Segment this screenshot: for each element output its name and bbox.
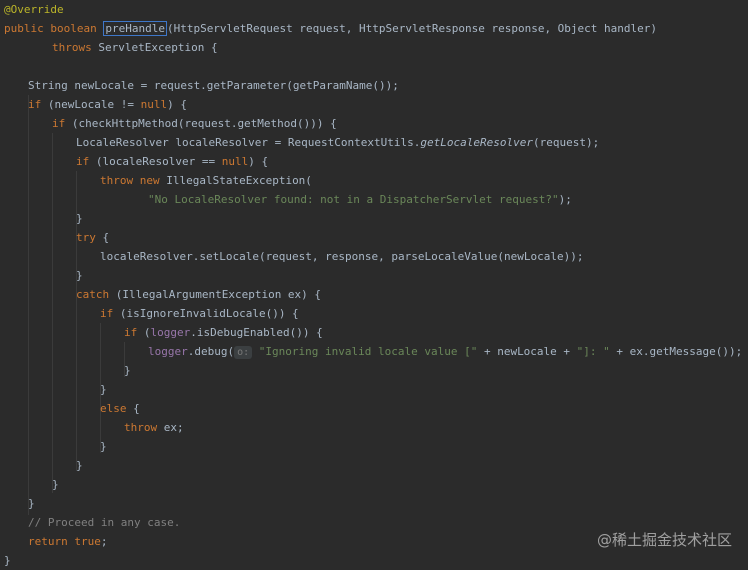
code-text: LocaleResolver localeResolver = RequestC… (76, 136, 421, 149)
keyword: if (28, 98, 48, 111)
code-text: IllegalStateException( (166, 174, 312, 187)
code-line-29[interactable]: return true; (28, 532, 107, 551)
code-line-2[interactable]: public boolean preHandle (HttpServletRequ… (4, 19, 657, 38)
keyword: if (100, 307, 120, 320)
parameter-hint: o: (234, 346, 253, 359)
code-line-20[interactable]: } (124, 361, 131, 380)
indent-guide (28, 95, 29, 515)
code-text: .debug( (187, 345, 235, 358)
keyword: if (76, 155, 96, 168)
code-text: (localeResolver == (95, 155, 222, 168)
keyword: if (124, 326, 144, 339)
code-line-3[interactable]: throws ServletException { (52, 38, 218, 57)
string-literal: "]: " (576, 345, 610, 358)
code-text: ) { (167, 98, 187, 111)
code-comment: // Proceed in any case. (28, 516, 181, 529)
code-text: ServletException { (98, 41, 218, 54)
annotation: @Override (4, 3, 64, 16)
code-line-23[interactable]: throw ex; (124, 418, 184, 437)
code-text: + newLocale + (477, 345, 577, 358)
code-line-11[interactable]: "No LocaleResolver found: not in a Dispa… (148, 190, 572, 209)
closing-brace: } (100, 383, 107, 396)
code-line-18[interactable]: if (logger.isDebugEnabled()) { (124, 323, 323, 342)
code-line-13[interactable]: try { (76, 228, 109, 247)
code-line-8[interactable]: LocaleResolver localeResolver = RequestC… (76, 133, 599, 152)
code-line-30[interactable]: } (4, 551, 11, 570)
keyword: boolean (50, 22, 104, 35)
code-line-24[interactable]: } (100, 437, 107, 456)
field-reference: logger (148, 345, 188, 358)
keyword: public (4, 22, 51, 35)
code-line-21[interactable]: } (100, 380, 107, 399)
code-line-5[interactable]: String newLocale = request.getParameter(… (28, 76, 399, 95)
code-text: ( (143, 326, 151, 339)
code-text: { (133, 402, 140, 415)
code-text: localeResolver.setLocale(request, respon… (100, 250, 584, 263)
code-line-6[interactable]: if (newLocale != null) { (28, 95, 187, 114)
code-line-25[interactable]: } (76, 456, 83, 475)
code-line-26[interactable]: } (52, 475, 59, 494)
code-text: ) { (248, 155, 269, 168)
code-line-10[interactable]: throw new IllegalStateException( (100, 171, 312, 190)
keyword: else (100, 402, 134, 415)
closing-brace: } (76, 269, 83, 282)
code-line-19[interactable]: logger.debug(o: "Ignoring invalid locale… (148, 342, 742, 361)
keyword: if (52, 117, 72, 130)
code-text: (HttpServletRequest request, HttpServlet… (166, 22, 658, 35)
keyword: throw new (100, 174, 167, 187)
code-text: (isIgnoreInvalidLocale()) { (119, 307, 299, 320)
code-text: (newLocale != (47, 98, 141, 111)
code-line-15[interactable]: } (76, 266, 83, 285)
code-line-22[interactable]: else { (100, 399, 140, 418)
watermark: @稀土掘金技术社区 (596, 531, 732, 549)
code-line-14[interactable]: localeResolver.setLocale(request, respon… (100, 247, 583, 266)
method-name-highlight[interactable]: preHandle (103, 21, 167, 36)
code-text: .isDebugEnabled()) { (190, 326, 323, 339)
keyword: null (221, 155, 249, 168)
keyword: try (76, 231, 103, 244)
code-line-1[interactable]: @Override (4, 0, 64, 19)
closing-brace: } (76, 212, 83, 225)
code-text: ); (558, 193, 572, 206)
closing-brace: } (100, 440, 107, 453)
string-literal: "Ignoring invalid locale value [" (258, 345, 478, 358)
keyword: throws (52, 41, 99, 54)
code-text: { (102, 231, 110, 244)
code-text: (IllegalArgumentException ex) { (115, 288, 322, 301)
closing-brace: } (124, 364, 131, 377)
code-line-28[interactable]: // Proceed in any case. (28, 513, 180, 532)
code-line-27[interactable]: } (28, 494, 35, 513)
keyword: throw (124, 421, 164, 434)
closing-brace: } (28, 497, 35, 510)
static-method-call: getLocaleResolver (420, 136, 533, 149)
code-line-17[interactable]: if (isIgnoreInvalidLocale()) { (100, 304, 299, 323)
code-text: + ex.getMessage()); (609, 345, 743, 358)
code-text: ex; (163, 421, 184, 434)
code-line-16[interactable]: catch (IllegalArgumentException ex) { (76, 285, 321, 304)
keyword: return (28, 535, 75, 548)
code-line-12[interactable]: } (76, 209, 83, 228)
code-line-9[interactable]: if (localeResolver == null) { (76, 152, 268, 171)
code-text: (request); (532, 136, 600, 149)
code-editor[interactable]: @Override public boolean preHandle (HttpS… (0, 0, 748, 567)
keyword: null (140, 98, 168, 111)
code-text: String newLocale = request.getParameter(… (28, 79, 399, 92)
keyword: catch (76, 288, 116, 301)
code-line-7[interactable]: if (checkHttpMethod(request.getMethod())… (52, 114, 337, 133)
string-literal: "No LocaleResolver found: not in a Dispa… (148, 193, 559, 206)
indent-guide (52, 133, 53, 493)
closing-brace: } (4, 554, 11, 567)
closing-brace: } (52, 478, 59, 491)
code-text: (checkHttpMethod(request.getMethod())) { (71, 117, 337, 130)
code-text: ; (100, 535, 108, 548)
closing-brace: } (76, 459, 83, 472)
keyword: true (74, 535, 101, 548)
field-reference: logger (150, 326, 191, 339)
